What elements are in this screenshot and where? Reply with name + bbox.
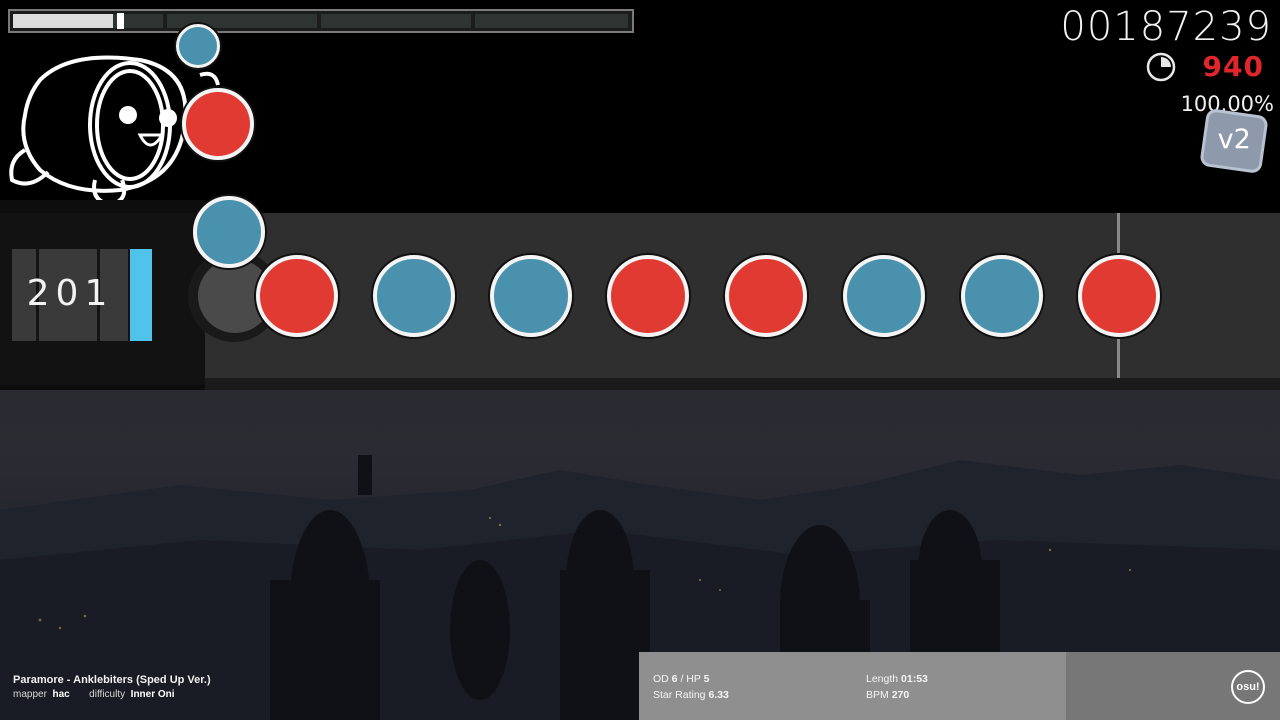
hp-value: 5 xyxy=(703,673,710,685)
clock-pie-icon xyxy=(1146,52,1176,82)
mapper-name: hac xyxy=(52,689,70,700)
mod-badge-label: v2 xyxy=(1217,124,1251,156)
hp-indicator xyxy=(130,249,152,341)
mod-badge-v2: v2 xyxy=(1199,107,1269,175)
don-note xyxy=(256,255,338,337)
kat-note xyxy=(193,196,265,268)
combo-counter: 940 xyxy=(1202,50,1264,83)
kat-note xyxy=(373,255,455,337)
od-value: 6 xyxy=(671,673,678,685)
star-value: 6.33 xyxy=(708,689,729,701)
don-note xyxy=(182,88,254,160)
song-progress-bar xyxy=(8,9,634,33)
mapper-label: mapper xyxy=(13,689,47,700)
length-label: Length xyxy=(866,673,899,685)
difficulty-name: Inner Oni xyxy=(130,689,175,700)
bpm-label: BPM xyxy=(866,689,889,701)
progress-segment xyxy=(475,14,628,28)
length-value: 01:53 xyxy=(901,673,928,685)
bpm-value: 270 xyxy=(891,689,910,701)
star-rating-stat: Star Rating 6.33 xyxy=(653,689,729,701)
progress-segment xyxy=(321,14,471,28)
song-title: Paramore - Anklebiters (Sped Up Ver.) xyxy=(13,674,211,686)
kat-note xyxy=(961,255,1043,337)
beatmap-stats-panel xyxy=(639,652,1066,720)
don-note xyxy=(607,255,689,337)
kat-note xyxy=(176,24,220,68)
length-stat: Length 01:53 xyxy=(866,673,928,685)
bpm-stat: BPM 270 xyxy=(866,689,909,701)
progress-fill xyxy=(13,14,113,28)
drum-combo-number: 201 xyxy=(26,273,114,314)
don-note xyxy=(725,255,807,337)
difficulty-label: difficulty xyxy=(89,689,126,700)
don-note xyxy=(1078,255,1160,337)
score-display: 00187239 xyxy=(1060,4,1272,50)
od-label: OD xyxy=(653,673,669,685)
lane-border xyxy=(205,378,1280,390)
kat-note xyxy=(490,255,572,337)
star-label: Star Rating xyxy=(653,689,706,701)
hp-label: / HP xyxy=(680,673,701,685)
od-hp-stat: OD 6 / HP 5 xyxy=(653,673,709,685)
osu-logo-icon: osu! xyxy=(1231,670,1265,704)
progress-cursor xyxy=(117,13,124,29)
song-meta: mapper hac difficulty Inner Oni xyxy=(13,689,175,700)
kat-note xyxy=(843,255,925,337)
